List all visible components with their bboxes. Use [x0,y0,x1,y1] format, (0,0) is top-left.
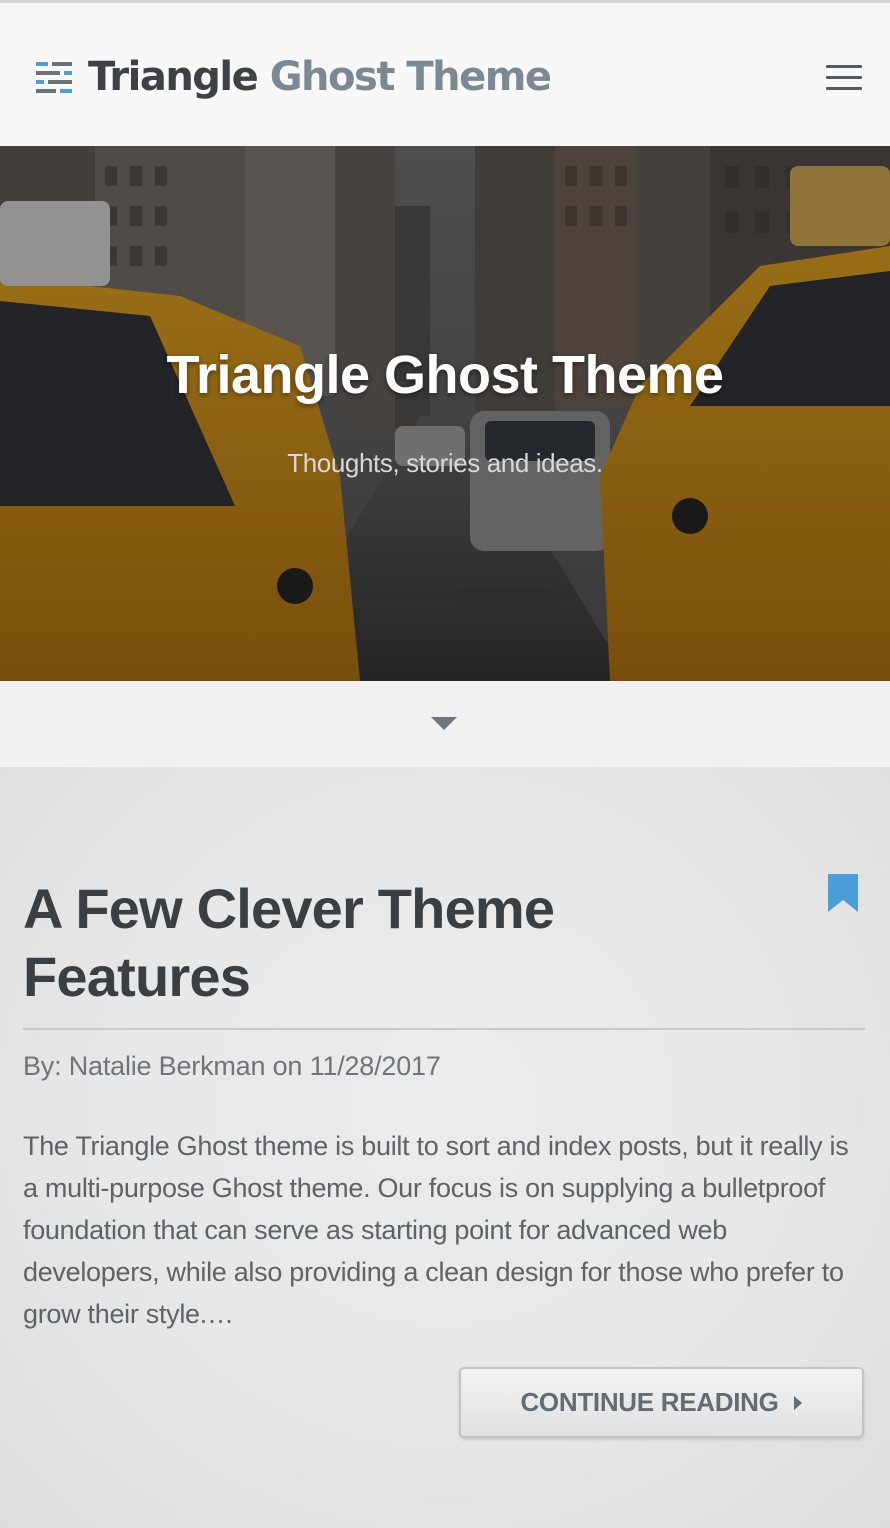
hero-banner: Triangle Ghost Theme Thoughts, stories a… [0,146,890,681]
continue-reading-label: CONTINUE READING [520,1387,779,1417]
hero-overlay [0,146,890,681]
post-byline: By: Natalie Berkman on 11/28/2017 [23,1051,441,1082]
chevron-down-icon[interactable] [431,715,457,731]
scroll-down-strip [0,681,890,767]
logo-word-primary: Triangle [88,54,259,100]
byline-prefix: By: [23,1051,69,1081]
continue-reading-button[interactable]: CONTINUE READING [459,1367,864,1438]
post-date: 11/28/2017 [309,1051,441,1081]
logo-word-secondary: Ghost Theme [269,54,552,100]
author-link[interactable]: Natalie Berkman [69,1051,266,1081]
stacked-lines-logo-icon[interactable] [36,60,72,94]
post-card: A Few Clever Theme Features By: Natalie … [0,767,890,1528]
caret-right-icon [793,1395,802,1410]
site-header: Triangle Ghost Theme [0,0,890,146]
bookmark-icon[interactable] [826,874,860,912]
site-logo-text[interactable]: Triangle Ghost Theme [88,51,552,103]
menu-line [826,87,862,90]
menu-line [826,65,862,68]
menu-line [826,76,862,79]
hero-title: Triangle Ghost Theme [166,345,724,405]
post-divider [23,1028,865,1030]
post-title[interactable]: A Few Clever Theme Features [23,875,783,1011]
hamburger-menu-icon[interactable] [818,59,872,97]
byline-on: on [265,1051,310,1081]
post-excerpt: The Triangle Ghost theme is built to sor… [23,1131,849,1329]
hero-subtitle: Thoughts, stories and ideas. [287,448,603,478]
